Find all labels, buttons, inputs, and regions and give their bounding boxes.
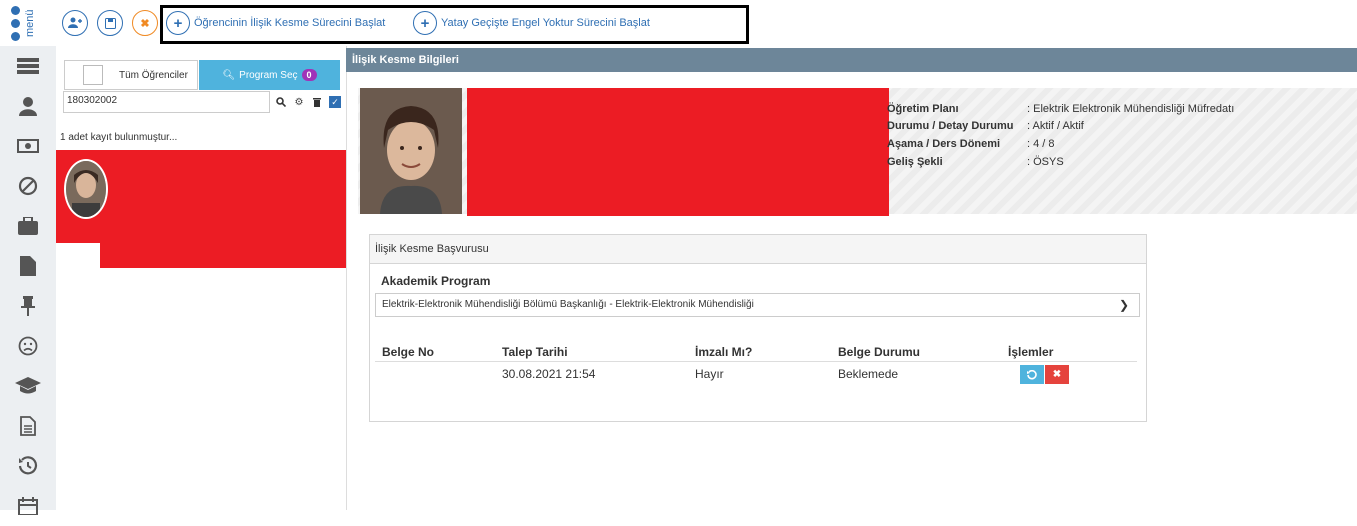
menu-dot-icon bbox=[11, 6, 20, 15]
info-value: : Elektrik Elektronik Mühendisliği Müfre… bbox=[1027, 103, 1235, 115]
sad-face-icon bbox=[18, 336, 38, 356]
start-transfer-label: Yatay Geçişte Engel Yoktur Sürecini Başl… bbox=[441, 17, 650, 29]
save-button[interactable] bbox=[97, 10, 123, 36]
menu-dot-icon bbox=[11, 19, 20, 28]
sidebar-item-pin[interactable] bbox=[0, 286, 56, 326]
sidebar-item-finance[interactable] bbox=[0, 126, 56, 166]
start-withdrawal-process-button[interactable]: + Öğrencinin İlişik Kesme Sürecini Başla… bbox=[166, 11, 385, 35]
cell-imzali: Hayır bbox=[695, 367, 724, 381]
filter-checkbox[interactable]: ✓ bbox=[327, 91, 343, 113]
table-divider bbox=[375, 361, 1137, 362]
redacted-student-name bbox=[467, 88, 889, 216]
program-select-value: Elektrik-Elektronik Mühendisliği Bölümü … bbox=[382, 299, 754, 310]
icon-sidebar bbox=[0, 46, 56, 515]
sidebar-item-list[interactable] bbox=[0, 46, 56, 86]
settings-button[interactable]: ⚙ bbox=[291, 91, 307, 113]
info-value: : 4 / 8 bbox=[1027, 138, 1055, 150]
start-withdrawal-label: Öğrencinin İlişik Kesme Sürecini Başlat bbox=[194, 17, 386, 29]
info-key: Aşama / Ders Dönemi bbox=[887, 138, 1001, 150]
checkbox-checked-icon: ✓ bbox=[329, 96, 341, 108]
info-value: : ÖSYS bbox=[1027, 156, 1064, 168]
plus-icon: + bbox=[413, 11, 437, 35]
briefcase-icon bbox=[18, 217, 38, 235]
list-icon bbox=[17, 58, 39, 74]
gear-icon: ⚙ bbox=[294, 96, 304, 108]
history-icon bbox=[18, 456, 38, 475]
cell-belge-durumu: Beklemede bbox=[838, 367, 899, 381]
col-belge-no: Belge No bbox=[382, 345, 435, 359]
student-photo bbox=[360, 88, 462, 214]
info-key: Geliş Şekli bbox=[887, 156, 943, 168]
sidebar-item-block[interactable] bbox=[0, 166, 56, 206]
info-row-entry: Geliş Şekli : ÖSYS bbox=[887, 156, 1064, 168]
program-label: Akademik Program bbox=[381, 274, 491, 288]
result-count-text: 1 adet kayıt bulunmuştur... bbox=[60, 132, 178, 143]
list-tabs: Tüm Öğrenciler 🔍︎ Program Seç 0 bbox=[64, 60, 340, 90]
pin-icon bbox=[21, 296, 35, 316]
sidebar-item-history[interactable] bbox=[0, 446, 56, 486]
panel-title: İlişik Kesme Başvurusu bbox=[370, 235, 1146, 264]
add-user-button[interactable] bbox=[62, 10, 88, 36]
program-count-badge: 0 bbox=[301, 69, 317, 81]
tab-all-students[interactable]: Tüm Öğrenciler bbox=[64, 60, 198, 90]
start-transfer-clearance-button[interactable]: + Yatay Geçişte Engel Yoktur Sürecini Ba… bbox=[413, 11, 650, 35]
add-user-icon bbox=[68, 17, 82, 28]
file-icon bbox=[20, 256, 36, 276]
calendar-icon bbox=[18, 497, 38, 515]
ban-icon bbox=[18, 176, 38, 196]
page-title: İlişik Kesme Bilgileri bbox=[346, 48, 1357, 72]
delete-button[interactable] bbox=[309, 91, 325, 113]
history-button[interactable] bbox=[1020, 365, 1044, 384]
search-icon: 🔍︎ bbox=[222, 69, 236, 81]
sidebar-item-file[interactable] bbox=[0, 246, 56, 286]
sidebar-item-document[interactable] bbox=[0, 406, 56, 446]
menu-label: menü bbox=[24, 9, 36, 37]
tab-program-select[interactable]: 🔍︎ Program Seç 0 bbox=[199, 60, 340, 90]
money-icon bbox=[17, 139, 39, 153]
cancel-button[interactable]: ✖ bbox=[132, 10, 158, 36]
menu-button[interactable]: menü bbox=[11, 4, 43, 44]
col-islemler: İşlemler bbox=[1008, 345, 1054, 359]
sidebar-item-calendar[interactable] bbox=[0, 486, 56, 526]
tab-all-students-label: Tüm Öğrenciler bbox=[119, 69, 188, 81]
sidebar-item-complaint[interactable] bbox=[0, 326, 56, 366]
save-icon bbox=[104, 17, 116, 29]
chevron-down-icon: ❯ bbox=[1118, 298, 1129, 312]
graduation-cap-icon bbox=[15, 377, 41, 394]
col-belge-durumu: Belge Durumu bbox=[838, 345, 921, 359]
info-row-stage: Aşama / Ders Dönemi : 4 / 8 bbox=[887, 138, 1055, 150]
withdrawal-application-panel: İlişik Kesme Başvurusu Akademik Program … bbox=[369, 234, 1147, 422]
student-list-panel: Tüm Öğrenciler 🔍︎ Program Seç 0 18030200… bbox=[56, 46, 347, 510]
search-button[interactable] bbox=[273, 91, 289, 113]
menu-dot-icon bbox=[11, 32, 20, 41]
sidebar-item-graduation[interactable] bbox=[0, 366, 56, 406]
info-key: Öğretim Planı bbox=[887, 103, 959, 115]
info-key: Durumu / Detay Durumu bbox=[887, 120, 1014, 132]
col-imzali: İmzalı Mı? bbox=[695, 345, 753, 359]
program-select[interactable]: Elektrik-Elektronik Mühendisliği Bölümü … bbox=[375, 293, 1140, 317]
info-row-status: Durumu / Detay Durumu : Aktif / Aktif bbox=[887, 120, 1084, 132]
top-toolbar: menü ✖ + Öğrencinin İlişik Kesme Sürecin… bbox=[0, 0, 1357, 46]
cell-talep-tarihi: 30.08.2021 21:54 bbox=[502, 367, 596, 381]
info-row-plan: Öğretim Planı : Elektrik Elektronik Mühen… bbox=[887, 103, 1234, 115]
student-search-input[interactable]: 180302002 bbox=[63, 91, 270, 113]
trash-icon bbox=[313, 98, 321, 107]
student-avatar bbox=[64, 159, 108, 219]
info-value: : Aktif / Aktif bbox=[1027, 120, 1084, 132]
sidebar-item-briefcase[interactable] bbox=[0, 206, 56, 246]
sidebar-item-user[interactable] bbox=[0, 86, 56, 126]
user-icon bbox=[19, 97, 37, 116]
close-icon: ✖ bbox=[1052, 369, 1062, 380]
delete-row-button[interactable]: ✖ bbox=[1045, 365, 1069, 384]
close-icon: ✖ bbox=[140, 17, 150, 30]
select-all-checkbox[interactable] bbox=[83, 65, 103, 85]
history-icon bbox=[1027, 369, 1037, 379]
search-icon bbox=[276, 97, 286, 107]
document-icon bbox=[20, 416, 36, 436]
tab-program-label: Program Seç bbox=[239, 69, 298, 81]
plus-icon: + bbox=[166, 11, 190, 35]
redacted-student-info bbox=[100, 150, 346, 268]
col-talep-tarihi: Talep Tarihi bbox=[502, 345, 568, 359]
